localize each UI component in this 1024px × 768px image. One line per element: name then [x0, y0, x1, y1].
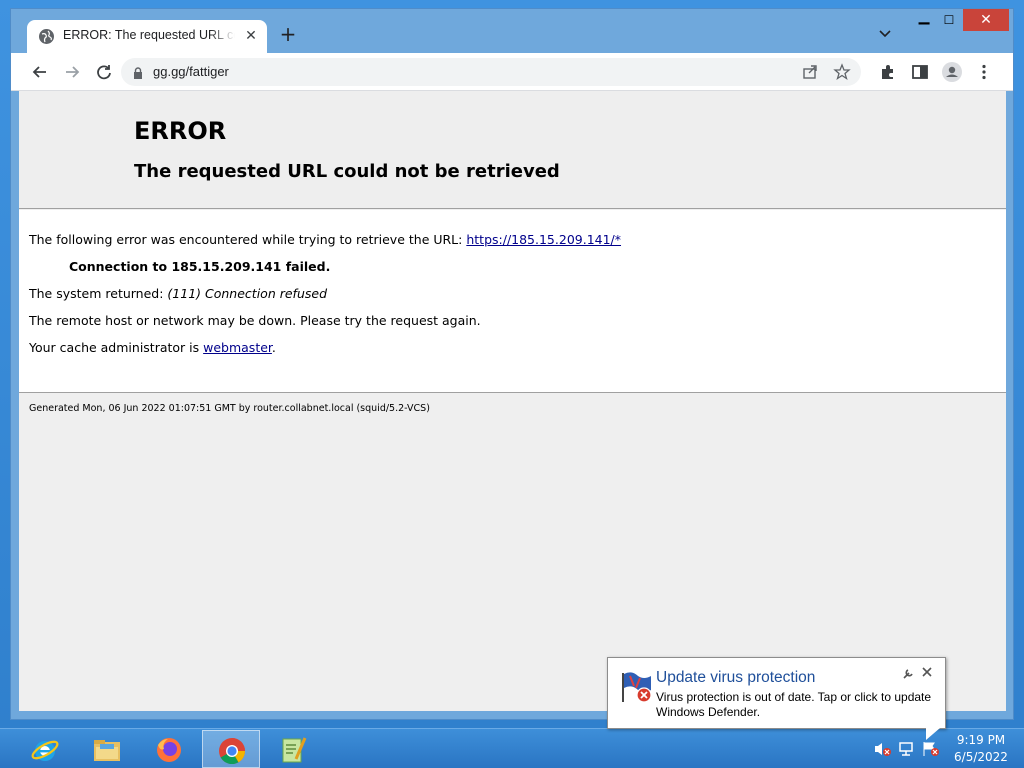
admin-contact: Your cache administrator is webmaster.	[29, 340, 276, 355]
clock-time[interactable]: 9:19 PM	[950, 733, 1012, 747]
profile-icon[interactable]	[941, 61, 963, 83]
defender-notification[interactable]: Update virus protection Virus protection…	[607, 657, 946, 740]
retry-hint: The remote host or network may be down. …	[29, 313, 481, 328]
forward-arrow-icon[interactable]	[61, 61, 83, 83]
clock-date[interactable]: 6/5/2022	[950, 750, 1012, 764]
address-bar[interactable]: gg.gg/fattiger	[121, 58, 861, 86]
sidepanel-icon[interactable]	[909, 61, 931, 83]
error-body: The following error was encountered whil…	[19, 210, 1006, 393]
tab-error-page[interactable]: ERROR: The requested URL could not be re…	[27, 20, 267, 53]
network-icon[interactable]	[898, 741, 916, 757]
browser-window: ERROR: The requested URL could not be re…	[10, 8, 1014, 720]
notification-close-icon[interactable]	[920, 666, 934, 680]
page-footer: Generated Mon, 06 Jun 2022 01:07:51 GMT …	[29, 403, 430, 414]
browser-toolbar: gg.gg/fattiger	[11, 53, 1013, 91]
folder-icon	[92, 735, 122, 765]
kebab-menu-icon[interactable]	[973, 61, 995, 83]
error-header: ERROR The requested URL could not be ret…	[19, 91, 1006, 209]
new-tab-button[interactable]: +	[277, 24, 299, 46]
page-subtitle: The requested URL could not be retrieved	[134, 161, 560, 182]
lock-icon[interactable]	[133, 65, 143, 79]
defender-warning-icon	[620, 670, 654, 704]
share-icon[interactable]	[801, 63, 819, 81]
taskbar-firefox[interactable]	[140, 730, 198, 768]
connection-failed-text: Connection to 185.15.209.141 failed.	[69, 259, 331, 274]
speaker-muted-icon[interactable]	[874, 741, 892, 757]
tab-strip: ERROR: The requested URL could not be re…	[11, 9, 1013, 53]
internet-explorer-icon	[30, 735, 60, 765]
system-returned-label: The system returned:	[29, 286, 168, 301]
taskbar-chrome[interactable]	[202, 730, 260, 768]
action-center-warning-icon[interactable]	[922, 741, 940, 757]
wrench-icon[interactable]	[902, 668, 914, 680]
notepad-plus-icon	[278, 735, 308, 765]
admin-contact-label: Your cache administrator is	[29, 340, 204, 355]
minimize-button[interactable]: ▁	[913, 9, 935, 31]
balloon-pointer	[926, 728, 940, 740]
page-title: ERROR	[134, 117, 227, 145]
taskbar-file-explorer[interactable]	[78, 730, 136, 768]
tab-close-icon[interactable]: ✕	[243, 28, 259, 44]
admin-contact-suffix: .	[271, 340, 276, 355]
close-window-button[interactable]: ✕	[963, 9, 1009, 31]
reload-icon[interactable]	[93, 61, 115, 83]
star-icon[interactable]	[833, 63, 851, 81]
url-text[interactable]: gg.gg/fattiger	[153, 64, 229, 79]
system-returned: The system returned: (111) Connection re…	[29, 286, 327, 301]
maximize-button[interactable]: ☐	[937, 9, 961, 31]
back-arrow-icon[interactable]	[29, 61, 51, 83]
webmaster-link[interactable]: webmaster	[203, 340, 272, 355]
firefox-icon	[154, 735, 184, 765]
notification-title: Update virus protection	[656, 669, 816, 686]
taskbar: 9:19 PM 6/5/2022	[0, 728, 1024, 768]
failed-url-link[interactable]: https://185.15.209.141/*	[466, 232, 621, 247]
taskbar-notepad-plus[interactable]	[264, 730, 322, 768]
globe-icon	[39, 29, 54, 44]
error-description: The following error was encountered whil…	[29, 232, 621, 247]
page-content: ERROR The requested URL could not be ret…	[19, 91, 1006, 711]
chrome-icon	[217, 736, 247, 766]
notification-message: Virus protection is out of date. Tap or …	[656, 690, 932, 719]
tab-title: ERROR: The requested URL could not be re…	[63, 28, 235, 42]
taskbar-internet-explorer[interactable]	[16, 730, 74, 768]
puzzle-icon[interactable]	[877, 61, 899, 83]
system-returned-code: (111) Connection refused	[167, 286, 327, 301]
chevron-down-icon[interactable]	[877, 26, 893, 42]
error-description-text: The following error was encountered whil…	[29, 232, 467, 247]
